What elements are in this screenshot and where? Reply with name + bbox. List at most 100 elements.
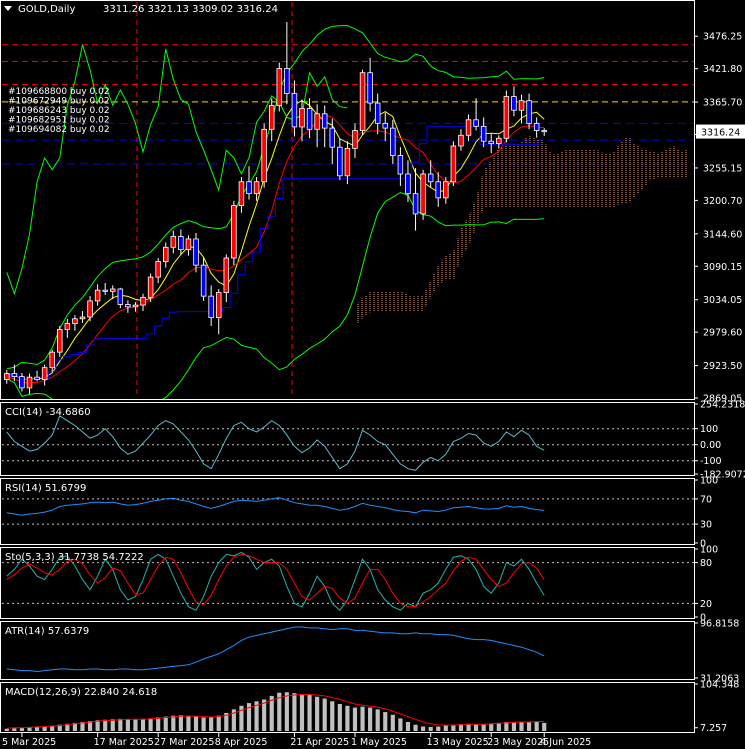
cci-line: [6, 415, 545, 471]
candle-body: [503, 96, 510, 139]
candle-body: [72, 318, 78, 324]
indicator-tick-label: 100: [700, 545, 718, 556]
chikou-line: [6, 44, 348, 296]
ichimoku-cloud: [355, 135, 688, 326]
macd-hist-bar: [34, 726, 40, 731]
candle-body: [284, 68, 290, 94]
indicator-tick-label: 70: [700, 494, 712, 505]
price-tick-label: 3255.15: [703, 163, 742, 174]
atr-panel-frame: [0, 621, 695, 680]
indicator-tick-label: 80: [700, 558, 712, 569]
rsi-title: RSI(14) 51.6799: [5, 483, 86, 494]
macd-hist-bar: [360, 706, 365, 731]
indicator-tick-label: 100: [700, 476, 718, 487]
macd-hist-bar: [421, 726, 426, 731]
macd-hist-bar: [428, 726, 433, 731]
macd-hist-bar: [103, 719, 108, 731]
price-axes: 3476.253421.803365.703311.253255.153200.…: [2, 32, 745, 748]
candle-body: [382, 122, 389, 129]
macd-hist-bar: [193, 716, 199, 731]
sto-title: Sto(5,3,3) 31.7738 54.7222: [5, 552, 144, 563]
macd-hist-bar: [163, 716, 168, 731]
macd-hist-bar: [496, 722, 501, 731]
candle-body: [64, 323, 71, 330]
order-label: #109694082 buy 0.02: [8, 125, 110, 135]
time-tick-label: 5 Mar 2025: [2, 737, 56, 748]
candle-body: [79, 316, 86, 320]
candle-body: [4, 373, 10, 380]
candle-body: [170, 236, 177, 248]
trading-chart[interactable]: #109668800 buy 0.02#109672949 buy 0.02#1…: [0, 0, 745, 749]
rsi-line: [6, 497, 545, 516]
candle-body: [34, 376, 40, 380]
macd-hist-bar: [133, 719, 138, 731]
candle-body: [276, 68, 283, 106]
indicator-tick-label: 7.257: [700, 723, 727, 734]
macd-hist-bar: [42, 726, 47, 731]
macd-hist-bar: [466, 723, 471, 731]
macd-hist-bar: [398, 718, 403, 731]
macd-hist-bar: [118, 718, 123, 731]
indicator-tick-label: 0.00: [700, 440, 721, 451]
time-tick-label: 4 Jun 2025: [540, 737, 591, 748]
candle-body: [511, 96, 517, 111]
macd-hist-bar: [148, 718, 153, 731]
macd-hist-bar: [284, 692, 289, 731]
indicator-tick-label: 254.2318: [700, 400, 745, 411]
macd-hist-bar: [19, 727, 25, 731]
macd-hist-bar: [526, 721, 532, 731]
ohlc-readout: 3311.26 3321.13 3309.02 3316.24: [103, 4, 278, 15]
macd-hist-bar: [216, 715, 221, 731]
macd-hist-bar: [307, 694, 312, 731]
macd-hist-bar: [511, 721, 517, 731]
candle-body: [215, 292, 222, 318]
time-tick-label: 13 May 2025: [427, 737, 489, 748]
macd-hist-bar: [413, 724, 418, 731]
candle-body: [178, 236, 184, 251]
order-label: #109682951 buy 0.02: [8, 116, 110, 126]
candle-body: [11, 373, 18, 377]
candle-body: [110, 288, 116, 292]
price-tick-label: 3090.15: [703, 262, 742, 273]
price-tick-label: 2923.50: [703, 361, 742, 372]
candle-body: [541, 130, 547, 133]
macd-hist-bar: [542, 722, 547, 731]
macd-hist-bar: [125, 719, 130, 731]
macd-hist-bar: [186, 715, 191, 731]
collapse-triangle-icon[interactable]: [4, 6, 12, 11]
candle-body: [374, 102, 381, 124]
candle-body: [57, 329, 63, 353]
order-label: #109668800 buy 0.02: [8, 87, 110, 97]
candle-body: [19, 376, 25, 389]
price-tick-label: 3034.05: [703, 295, 742, 306]
macd-hist-bar: [519, 721, 524, 731]
candle-body: [458, 134, 464, 147]
macd-hist-bar: [390, 714, 395, 731]
macd-hist-bar: [110, 719, 115, 731]
candle-body: [412, 193, 419, 215]
price-tick-label: 3421.80: [703, 64, 742, 75]
symbol-header: GOLD,Daily: [18, 4, 75, 15]
candle-body: [352, 130, 358, 149]
macd-hist-bar: [209, 717, 214, 731]
macd-hist-bar: [451, 724, 456, 731]
candle-body: [435, 181, 441, 199]
macd-hist-bar: [315, 696, 320, 731]
price-tick-label: 3144.60: [703, 229, 742, 240]
macd-hist-bar: [481, 724, 486, 731]
order-label: #109686243 buy 0.02: [8, 106, 110, 116]
candle-body: [299, 108, 305, 128]
candle-body: [246, 181, 252, 195]
candle-body: [420, 173, 426, 215]
cci-panel-frame: [0, 402, 695, 476]
candle-body: [533, 122, 540, 131]
macd-hist-bar: [383, 712, 388, 731]
time-tick-label: 17 Mar 2025: [94, 737, 154, 748]
macd-hist-bar: [156, 717, 161, 731]
candle-body: [155, 261, 161, 278]
candle-body: [223, 257, 230, 293]
candle-body: [231, 205, 237, 259]
macd-hist-bar: [337, 703, 342, 731]
macd-hist-bar: [436, 726, 441, 731]
candle-body: [94, 289, 101, 302]
